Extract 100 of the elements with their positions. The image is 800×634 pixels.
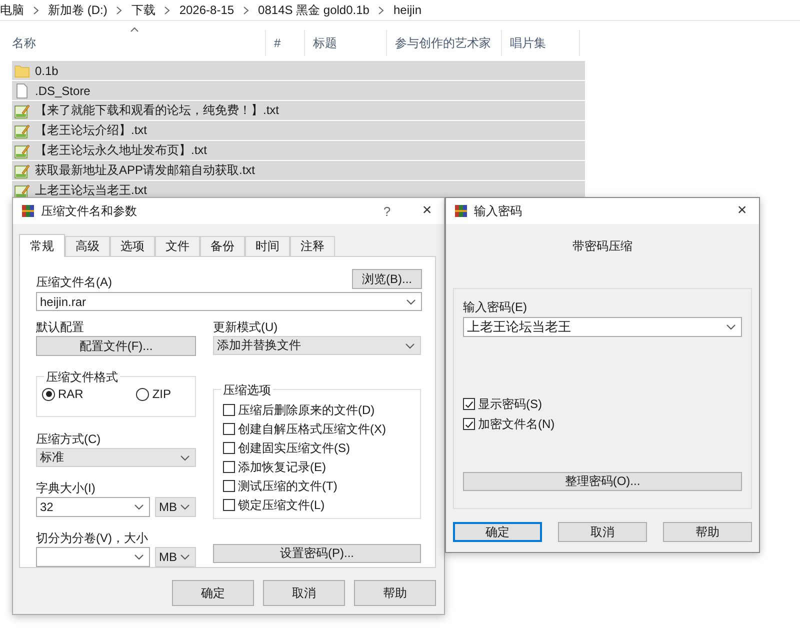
dialog-button[interactable]: 确定 (453, 522, 542, 542)
chevron-icon (180, 454, 190, 460)
column-header[interactable]: 名称 (4, 30, 266, 56)
file-row[interactable]: .DS_Store (12, 81, 585, 100)
unit-dropdown[interactable]: MB (155, 547, 196, 567)
chevron-icon (405, 342, 415, 348)
breadcrumb-item[interactable]: 电脑 (0, 2, 33, 18)
compression-method-dropdown[interactable]: 标准 (36, 448, 196, 467)
dialog-button[interactable]: 取消 (558, 522, 647, 542)
checkbox[interactable] (223, 423, 235, 435)
tab[interactable]: 时间 (245, 236, 290, 256)
dictionary-size-field[interactable]: 32 (36, 497, 150, 517)
chevron-right-icon (116, 6, 122, 14)
chevron-icon (134, 504, 144, 510)
check-icon (464, 418, 474, 430)
field-label: 字典大小(I) (36, 481, 96, 495)
check-icon (464, 398, 474, 410)
window-title: 压缩文件名和参数 (41, 202, 137, 220)
chevron-right-icon (378, 6, 384, 14)
checkbox-label: 添加恢复记录(E) (238, 458, 326, 476)
breadcrumb-item[interactable]: 2026-8-15 (170, 3, 244, 17)
notepad-icon (14, 162, 30, 178)
volume-size-field[interactable] (36, 547, 150, 567)
file-row[interactable]: 【老王论坛永久地址发布页】.txt (12, 141, 585, 160)
tab[interactable]: 备份 (200, 236, 245, 256)
file-row[interactable]: 【老王论坛介绍】.txt (12, 121, 585, 140)
checkbox-label: 显示密码(S) (478, 396, 542, 412)
update-mode-dropdown[interactable]: 添加并替换文件 (213, 336, 421, 355)
notepad-icon (14, 182, 30, 198)
dialog-button[interactable]: 帮助 (663, 522, 752, 542)
file-row[interactable]: 0.1b (12, 61, 585, 80)
radio-button[interactable] (136, 388, 150, 400)
field-label: 输入密码(E) (463, 300, 528, 314)
filename-field[interactable]: heijin.rar (36, 292, 422, 311)
field-label: 压缩文件名(A) (36, 275, 112, 289)
profile-button[interactable]: 配置文件(F)... (36, 336, 196, 356)
dialog-button[interactable]: 取消 (263, 580, 345, 606)
notepad-icon (14, 122, 30, 138)
help-button[interactable]: ? (370, 198, 404, 224)
dialog-heading: 带密码压缩 (572, 238, 634, 255)
chevron-right-icon (33, 6, 39, 14)
chevron-icon (726, 324, 736, 330)
chevron-icon (180, 504, 190, 510)
column-header[interactable]: 参与创作的艺术家 (387, 30, 502, 56)
checkbox[interactable] (223, 499, 235, 511)
dialog-button[interactable]: 帮助 (354, 580, 436, 606)
column-header[interactable]: 标题 (305, 30, 387, 56)
breadcrumb-item[interactable]: 下载 (122, 2, 164, 18)
checkbox-label: 测试压缩的文件(T) (238, 478, 338, 494)
books-icon (454, 204, 468, 218)
breadcrumb-item[interactable]: 新加卷 (D:) (39, 2, 116, 18)
column-header[interactable]: # (266, 30, 305, 56)
tab[interactable]: 高级 (65, 236, 110, 256)
notepad-icon (14, 142, 30, 158)
close-button[interactable]: × (410, 198, 444, 224)
checkbox-label: 创建自解压格式压缩文件(X) (238, 420, 386, 438)
column-header[interactable]: 唱片集 (502, 30, 580, 56)
close-button[interactable]: × (725, 198, 759, 224)
tab[interactable]: 选项 (110, 236, 155, 256)
window-title: 输入密码 (474, 202, 522, 220)
field-label: 切分为分卷(V)，大小 (36, 531, 149, 545)
breadcrumb-item[interactable]: 0814S 黑金 gold0.1b (249, 2, 378, 18)
folder-icon (14, 64, 30, 78)
chevron-icon (134, 554, 144, 560)
chevron-right-icon (164, 6, 170, 14)
checkbox[interactable] (223, 404, 235, 416)
checkbox-label: 锁定压缩文件(L) (238, 496, 325, 514)
checkbox[interactable] (223, 442, 235, 454)
checkbox[interactable] (463, 418, 475, 430)
password-field[interactable]: 上老王论坛当老王 (463, 317, 742, 337)
dialog-button[interactable]: 确定 (172, 580, 254, 606)
chevron-icon (180, 554, 190, 560)
tab[interactable]: 注释 (290, 236, 335, 256)
field-label: 更新模式(U) (213, 320, 279, 334)
checkbox[interactable] (463, 398, 475, 410)
tab[interactable]: 常规 (19, 234, 65, 257)
chevron-right-icon (243, 6, 250, 14)
books-icon (21, 204, 35, 218)
set-password-button[interactable]: 设置密码(P)... (213, 544, 421, 563)
checkbox[interactable] (223, 480, 235, 492)
file-row[interactable]: 【来了就能下载和观看的论坛，纯免费！】.txt (12, 101, 585, 120)
notepad-icon (14, 102, 30, 118)
field-label: 默认配置 (36, 320, 85, 334)
tab[interactable]: 文件 (155, 236, 200, 256)
checkbox-label: 压缩后删除原来的文件(D) (238, 402, 375, 418)
file-row[interactable]: 获取最新地址及APP请发邮箱自动获取.txt (12, 161, 585, 180)
checkbox[interactable] (223, 461, 235, 473)
browse-button[interactable]: 浏览(B)... (352, 269, 422, 289)
checkbox-label: 创建固实压缩文件(S) (238, 440, 350, 456)
unit-dropdown[interactable]: MB (155, 497, 196, 517)
group-title: 压缩选项 (221, 382, 273, 399)
document-icon (14, 82, 30, 98)
field-label: 压缩方式(C) (36, 432, 102, 446)
group-title: 压缩文件格式 (44, 369, 120, 386)
radio-label: ZIP (152, 387, 171, 401)
checkbox-label: 加密文件名(N) (478, 416, 555, 432)
chevron-icon (406, 298, 416, 304)
organize-passwords-button[interactable]: 整理密码(O)... (463, 472, 742, 491)
breadcrumb-item[interactable]: heijin (384, 3, 430, 17)
radio-button[interactable] (42, 388, 55, 400)
